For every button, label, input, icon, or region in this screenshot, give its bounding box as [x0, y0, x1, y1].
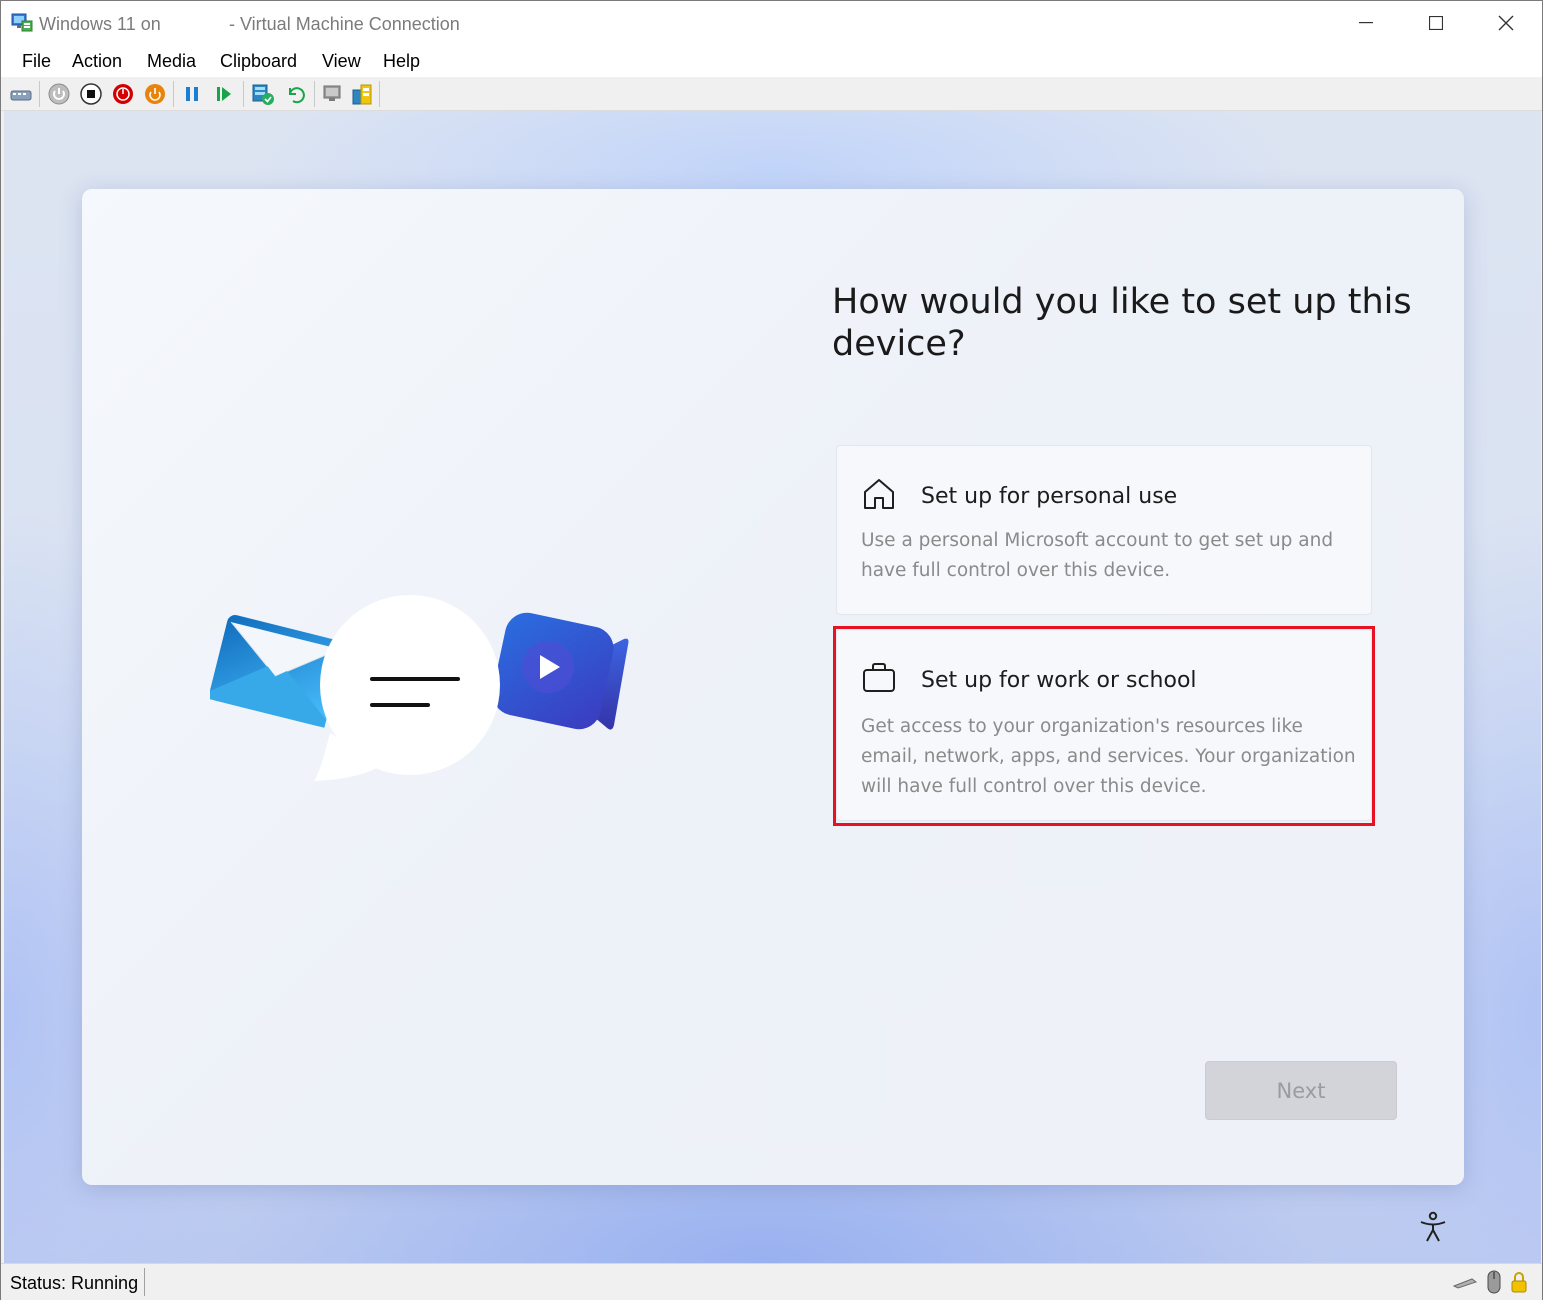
share-icon: [352, 84, 372, 105]
checkpoint-button[interactable]: [250, 81, 276, 107]
vm-connection-window: Windows 11 on - Virtual Machine Connecti…: [0, 0, 1543, 1300]
toolbar-separator: [173, 81, 174, 107]
toolbar-separator: [314, 81, 315, 107]
menu-media[interactable]: Media: [147, 51, 196, 72]
vm-status-text: Status: Running: [10, 1273, 139, 1293]
status-bar: Status: Running: [1, 1263, 1542, 1300]
pause-button[interactable]: [179, 81, 205, 107]
turn-off-icon: [80, 83, 102, 105]
work-school-title: Set up for work or school: [921, 668, 1197, 693]
accessibility-icon[interactable]: [1418, 1211, 1448, 1243]
close-button[interactable]: [1471, 1, 1541, 45]
chat-bubble-icon: [314, 595, 500, 781]
keyboard-icon: [1452, 1278, 1478, 1289]
minimize-button[interactable]: [1331, 1, 1401, 45]
toolbar-separator: [39, 81, 40, 107]
menu-help[interactable]: Help: [383, 51, 420, 72]
personal-use-description: Use a personal Microsoft account to get …: [861, 530, 1334, 581]
enhanced-session-button[interactable]: [320, 81, 346, 107]
maximize-button[interactable]: [1401, 1, 1471, 45]
resume-icon: [217, 87, 231, 101]
shut-down-button[interactable]: [110, 81, 136, 107]
briefcase-icon: [861, 660, 897, 696]
work-school-option[interactable]: Set up for work or school Get access to …: [836, 629, 1372, 821]
share-button[interactable]: [349, 81, 375, 107]
oobe-card: How would you like to set up this device…: [82, 189, 1464, 1185]
minimize-icon: [1359, 22, 1373, 24]
mouse-icon: [1487, 1270, 1501, 1294]
ctrl-alt-del-button[interactable]: [8, 81, 34, 107]
page-heading: How would you like to set up this device…: [832, 282, 1412, 364]
shut-down-icon: [113, 84, 133, 104]
menu-clipboard[interactable]: Clipboard: [220, 51, 297, 72]
personal-use-option[interactable]: Set up for personal use Use a personal M…: [836, 445, 1372, 615]
vm-connection-app-icon: [11, 13, 33, 33]
menu-file[interactable]: File: [22, 51, 51, 72]
menu-action[interactable]: Action: [72, 51, 122, 72]
revert-icon: [289, 87, 305, 104]
maximize-icon: [1429, 16, 1443, 30]
pause-icon: [186, 87, 198, 101]
title-bar: Windows 11 on - Virtual Machine Connecti…: [1, 1, 1542, 45]
turn-off-button[interactable]: [78, 81, 104, 107]
vm-display[interactable]: How would you like to set up this device…: [4, 111, 1541, 1263]
window-title-suffix: - Virtual Machine Connection: [229, 14, 460, 34]
personal-use-title: Set up for personal use: [921, 484, 1178, 509]
enhanced-session-icon: [323, 85, 341, 101]
checkpoint-icon: [252, 84, 274, 105]
window-title-vm-name: Windows 11 on: [39, 14, 161, 34]
ctrl-alt-del-icon: [10, 90, 32, 101]
toolbar-separator: [243, 81, 244, 107]
resume-button[interactable]: [211, 81, 237, 107]
lock-icon: [1511, 1272, 1527, 1293]
menu-bar: File Action Media Clipboard View Help: [1, 45, 1542, 77]
status-separator: [144, 1268, 145, 1296]
toolbar-separator: [379, 81, 380, 107]
work-school-description: Get access to your organization's resour…: [861, 716, 1356, 797]
save-state-icon: [145, 84, 165, 104]
start-button[interactable]: [46, 81, 72, 107]
home-icon: [861, 476, 897, 512]
revert-button[interactable]: [282, 81, 308, 107]
communication-illustration: [207, 593, 650, 793]
save-state-button[interactable]: [142, 81, 168, 107]
menu-view[interactable]: View: [322, 51, 361, 72]
toolbar: [1, 77, 1542, 111]
video-camera-icon: [492, 612, 629, 730]
next-button[interactable]: Next: [1205, 1061, 1397, 1120]
close-icon: [1498, 15, 1514, 31]
start-icon: [48, 83, 70, 105]
